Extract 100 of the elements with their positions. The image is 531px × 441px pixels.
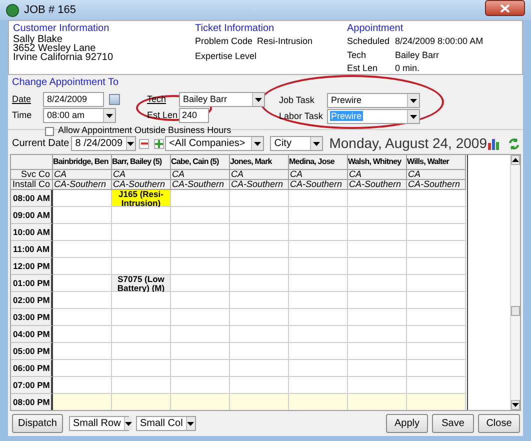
- grid-cell[interactable]: [53, 292, 112, 309]
- grid-cell[interactable]: [289, 292, 348, 309]
- dropdown-caret-icon[interactable]: [251, 137, 264, 150]
- grid-cell[interactable]: [112, 258, 171, 275]
- close-button[interactable]: Close: [478, 414, 520, 433]
- grid-cell[interactable]: [407, 377, 466, 394]
- grid-cell[interactable]: [171, 343, 230, 360]
- grid-cell[interactable]: [289, 275, 348, 292]
- grid-cell[interactable]: [112, 207, 171, 224]
- grid-cell[interactable]: [53, 224, 112, 241]
- grid-cell[interactable]: [53, 207, 112, 224]
- grid-cell[interactable]: [348, 207, 407, 224]
- dropdown-caret-icon[interactable]: [310, 137, 322, 150]
- calendar-icon[interactable]: [109, 94, 120, 105]
- grid-cell[interactable]: [348, 241, 407, 258]
- allow-outside-hours-checkbox[interactable]: Allow Appointment Outside Business Hours: [45, 124, 232, 138]
- grid-cell[interactable]: [348, 326, 407, 343]
- column-header[interactable]: Bainbridge, Ben: [53, 155, 112, 170]
- grid-cell[interactable]: [348, 275, 407, 292]
- grid-cell[interactable]: [407, 326, 466, 343]
- grid-cell[interactable]: [230, 224, 289, 241]
- grid-cell[interactable]: [289, 326, 348, 343]
- column-header[interactable]: Wills, Walter: [407, 155, 466, 170]
- grid-cell[interactable]: [112, 377, 171, 394]
- grid-cell[interactable]: [112, 394, 171, 410]
- grid-cell[interactable]: [407, 360, 466, 377]
- grid-cell[interactable]: [348, 377, 407, 394]
- grid-cell[interactable]: [407, 241, 466, 258]
- grid-cell[interactable]: [171, 377, 230, 394]
- grid-cell[interactable]: [348, 224, 407, 241]
- grid-cell[interactable]: [289, 377, 348, 394]
- grid-cell[interactable]: [171, 326, 230, 343]
- grid-cell[interactable]: [53, 241, 112, 258]
- grid-cell[interactable]: [112, 292, 171, 309]
- grid-cell[interactable]: [53, 190, 112, 207]
- grid-cell[interactable]: [112, 309, 171, 326]
- grid-cell[interactable]: [171, 292, 230, 309]
- grid-cell[interactable]: [289, 258, 348, 275]
- grid-cell[interactable]: [53, 360, 112, 377]
- grid-cell[interactable]: [171, 275, 230, 292]
- grid-cell[interactable]: [348, 394, 407, 410]
- grid-cell[interactable]: [407, 343, 466, 360]
- grid-cell[interactable]: [230, 258, 289, 275]
- scroll-thumb[interactable]: [511, 306, 520, 316]
- column-header[interactable]: Medina, Jose: [289, 155, 348, 170]
- grid-cell[interactable]: [171, 241, 230, 258]
- grid-cell[interactable]: [53, 258, 112, 275]
- grid-cell[interactable]: [348, 360, 407, 377]
- grid-cell[interactable]: [171, 394, 230, 410]
- grid-cell[interactable]: [407, 394, 466, 410]
- grid-cell[interactable]: [53, 343, 112, 360]
- grid-cell[interactable]: [112, 360, 171, 377]
- close-icon[interactable]: [500, 4, 510, 12]
- close-window-button[interactable]: [485, 0, 525, 16]
- grid-cell[interactable]: [230, 377, 289, 394]
- grid-cell[interactable]: [407, 309, 466, 326]
- dispatch-button[interactable]: Dispatch: [12, 414, 63, 433]
- refresh-icon[interactable]: [508, 138, 520, 150]
- row-size-dropdown[interactable]: Small Row: [69, 416, 129, 431]
- grid-cell[interactable]: [230, 326, 289, 343]
- scrollbar[interactable]: [510, 155, 520, 410]
- grid-cell[interactable]: [171, 190, 230, 207]
- dropdown-caret-icon[interactable]: [407, 94, 419, 107]
- grid-cell[interactable]: [348, 292, 407, 309]
- grid-cell[interactable]: [53, 275, 112, 292]
- grid-cell[interactable]: [53, 309, 112, 326]
- grid-cell[interactable]: [112, 343, 171, 360]
- grid-cell[interactable]: [171, 207, 230, 224]
- grid-cell[interactable]: [230, 360, 289, 377]
- grid-cell[interactable]: [230, 207, 289, 224]
- grid-cell[interactable]: [53, 394, 112, 410]
- grid-cell[interactable]: [289, 241, 348, 258]
- est-len-field[interactable]: 240: [179, 108, 209, 123]
- column-header[interactable]: Barr, Bailey (5): [112, 155, 171, 170]
- grid-cell[interactable]: [230, 292, 289, 309]
- grid-cell[interactable]: [171, 258, 230, 275]
- dropdown-caret-icon[interactable]: [103, 109, 115, 122]
- dropdown-caret-icon[interactable]: [252, 93, 264, 106]
- appointment-block[interactable]: S7075 (Low Battery) (M): [112, 275, 170, 291]
- grid-cell[interactable]: [112, 224, 171, 241]
- appointment-block[interactable]: J165 (Resi-Intrusion): [112, 190, 170, 206]
- grid-cell[interactable]: [348, 343, 407, 360]
- dropdown-caret-icon[interactable]: [407, 110, 419, 123]
- grid-cell[interactable]: [289, 207, 348, 224]
- apply-button[interactable]: Apply: [386, 414, 428, 433]
- column-header[interactable]: Jones, Mark: [230, 155, 289, 170]
- scroll-up-icon[interactable]: [511, 155, 520, 165]
- grid-cell[interactable]: [230, 241, 289, 258]
- dropdown-caret-icon[interactable]: [186, 417, 195, 430]
- company-dropdown[interactable]: <All Companies>: [165, 136, 264, 151]
- grid-cell[interactable]: [407, 292, 466, 309]
- grid-cell[interactable]: [289, 190, 348, 207]
- grid-cell[interactable]: [348, 258, 407, 275]
- grid-cell[interactable]: [112, 326, 171, 343]
- dropdown-caret-icon[interactable]: [124, 417, 132, 430]
- grid-cell[interactable]: [230, 190, 289, 207]
- grid-cell[interactable]: [348, 190, 407, 207]
- grid-cell[interactable]: [407, 258, 466, 275]
- dropdown-caret-icon[interactable]: [126, 137, 136, 150]
- grid-cell[interactable]: [112, 241, 171, 258]
